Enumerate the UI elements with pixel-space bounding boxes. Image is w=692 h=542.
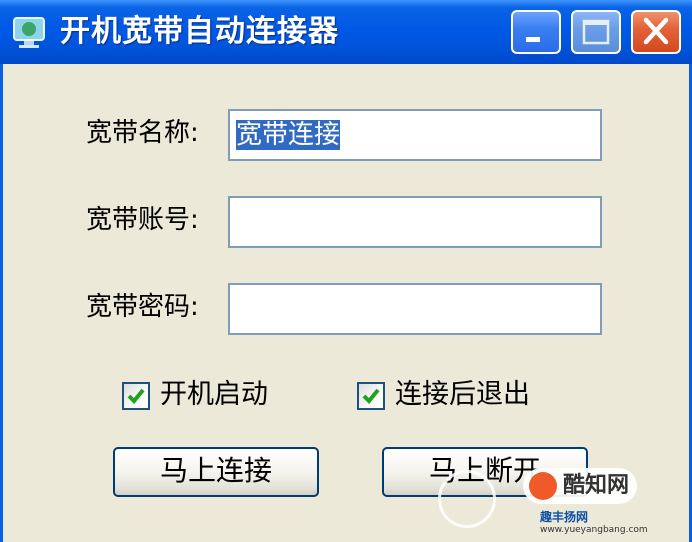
window-title: 开机宽带自动连接器 [60, 14, 339, 49]
broadband-name-value: 宽带连接 [236, 120, 341, 150]
close-icon [643, 17, 669, 45]
checkmark-icon [362, 388, 380, 404]
disconnect-now-button[interactable]: 马上断开 [382, 447, 588, 497]
exit-after-connect-label[interactable]: 连接后退出 [395, 378, 530, 412]
maximize-button[interactable] [571, 10, 621, 54]
close-button[interactable] [631, 10, 681, 54]
broadband-account-label: 宽带账号: [86, 205, 199, 235]
monitor-globe-icon [13, 17, 45, 48]
app-window: 开机宽带自动连接器 宽带名称: 宽带连接 宽带账号: 宽带密码: 开机启动 连接… [0, 0, 692, 542]
window-border-left [0, 64, 3, 542]
connect-now-button[interactable]: 马上连接 [113, 447, 319, 497]
broadband-name-input[interactable]: 宽带连接 [228, 109, 602, 161]
watermark-site-url: www.yueyangbang.com [540, 525, 648, 535]
autostart-label[interactable]: 开机启动 [160, 378, 268, 412]
minimize-button[interactable] [511, 10, 561, 54]
autostart-checkbox[interactable] [122, 382, 150, 410]
maximize-icon [582, 19, 610, 45]
broadband-password-input[interactable] [228, 283, 602, 335]
broadband-account-input[interactable] [228, 196, 602, 248]
checkmark-icon [127, 388, 145, 404]
watermark-site-name: 趣丰扬网 [540, 510, 589, 524]
minimize-icon [526, 37, 540, 42]
broadband-password-label: 宽带密码: [86, 292, 199, 322]
watermark-site: 趣丰扬网 www.yueyangbang.com [540, 508, 648, 535]
title-bar[interactable]: 开机宽带自动连接器 [0, 0, 692, 64]
exit-after-connect-checkbox[interactable] [357, 382, 385, 410]
broadband-name-label: 宽带名称: [86, 118, 199, 148]
